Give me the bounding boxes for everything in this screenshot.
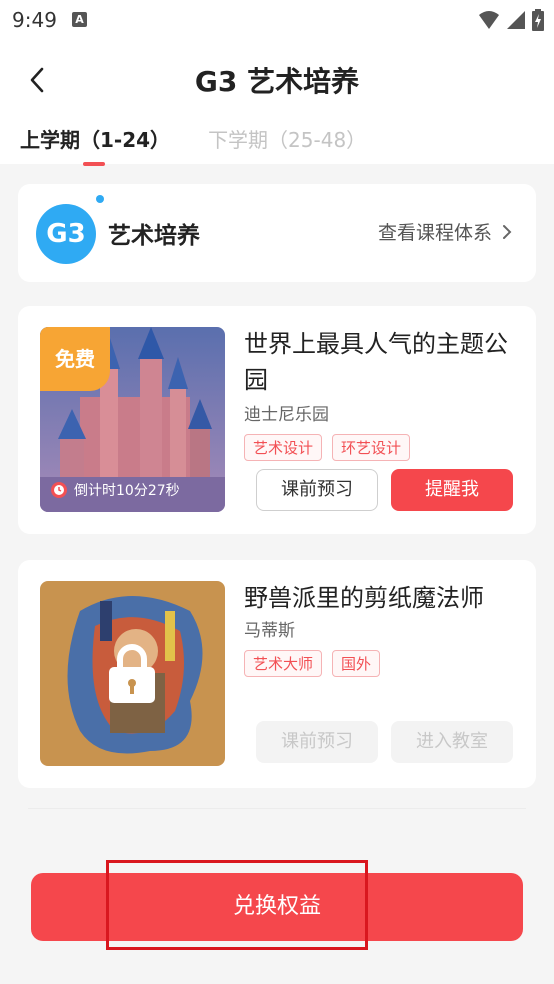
battery-icon: [532, 9, 544, 31]
notification-dot: [96, 195, 104, 203]
lock-icon: [109, 644, 155, 703]
page-header: G3 艺术培养 上学期（1-24） 下学期（25-48）: [0, 40, 554, 166]
lesson-tag: 艺术设计: [244, 434, 323, 461]
system-icons: [478, 9, 544, 31]
enter-classroom-button-disabled[interactable]: 进入教室: [391, 721, 513, 763]
alarm-clock-icon: [51, 482, 67, 498]
course-name: 艺术培养: [108, 223, 200, 249]
countdown-timer: 倒计时10分27秒: [50, 480, 180, 500]
lesson-tag: 艺术大师: [244, 650, 323, 677]
view-course-system-label: 查看课程体系: [377, 222, 492, 244]
lesson-subtitle: 马蒂斯: [244, 621, 295, 641]
active-tab-indicator: [83, 162, 105, 166]
chevron-right-icon: [503, 224, 512, 239]
preview-button-disabled[interactable]: 课前预习: [256, 721, 378, 763]
lesson-card[interactable]: 野兽派里的剪纸魔法师 马蒂斯 艺术大师 国外 课前预习 进入教室: [18, 560, 536, 788]
page-title: G3 艺术培养: [194, 65, 360, 98]
lesson-card[interactable]: 免费 倒计时10分27秒 世界上最具人气的主题公园 迪士尼乐园 艺术设计 环艺设…: [18, 306, 536, 534]
status-time: 9:49: [12, 8, 57, 32]
wifi-icon: [479, 11, 499, 29]
status-bar: 9:49 A: [0, 0, 554, 40]
view-course-system-link[interactable]: 查看课程体系: [378, 218, 512, 245]
countdown-text: 倒计时10分27秒: [74, 483, 180, 499]
lesson-thumbnail[interactable]: [40, 581, 225, 766]
preview-button[interactable]: 课前预习: [256, 469, 378, 511]
lesson-title: 世界上最具人气的主题公园: [244, 330, 508, 394]
remind-me-button[interactable]: 提醒我: [391, 469, 513, 511]
lesson-thumbnail[interactable]: 免费 倒计时10分27秒: [40, 327, 225, 512]
signal-icon: [507, 11, 525, 29]
lesson-title: 野兽派里的剪纸魔法师: [244, 584, 484, 612]
highlight-annotation-box: [106, 860, 368, 950]
grade-badge: G3: [36, 204, 96, 264]
tab-second-semester[interactable]: 下学期（25-48）: [208, 124, 366, 153]
lesson-tag: 环艺设计: [332, 434, 411, 461]
lesson-tags: 艺术大师 国外: [244, 650, 381, 677]
lesson-subtitle: 迪士尼乐园: [244, 405, 329, 425]
free-badge: 免费: [40, 327, 110, 391]
tab-first-semester[interactable]: 上学期（1-24）: [20, 124, 170, 153]
semester-tabs: 上学期（1-24） 下学期（25-48）: [20, 124, 366, 166]
lesson-tags: 艺术设计 环艺设计: [244, 434, 411, 461]
lesson-tag: 国外: [332, 650, 381, 677]
course-header-card: G3 艺术培养 查看课程体系: [18, 184, 536, 282]
app-notification-icon: A: [72, 12, 87, 27]
divider: [28, 808, 526, 809]
